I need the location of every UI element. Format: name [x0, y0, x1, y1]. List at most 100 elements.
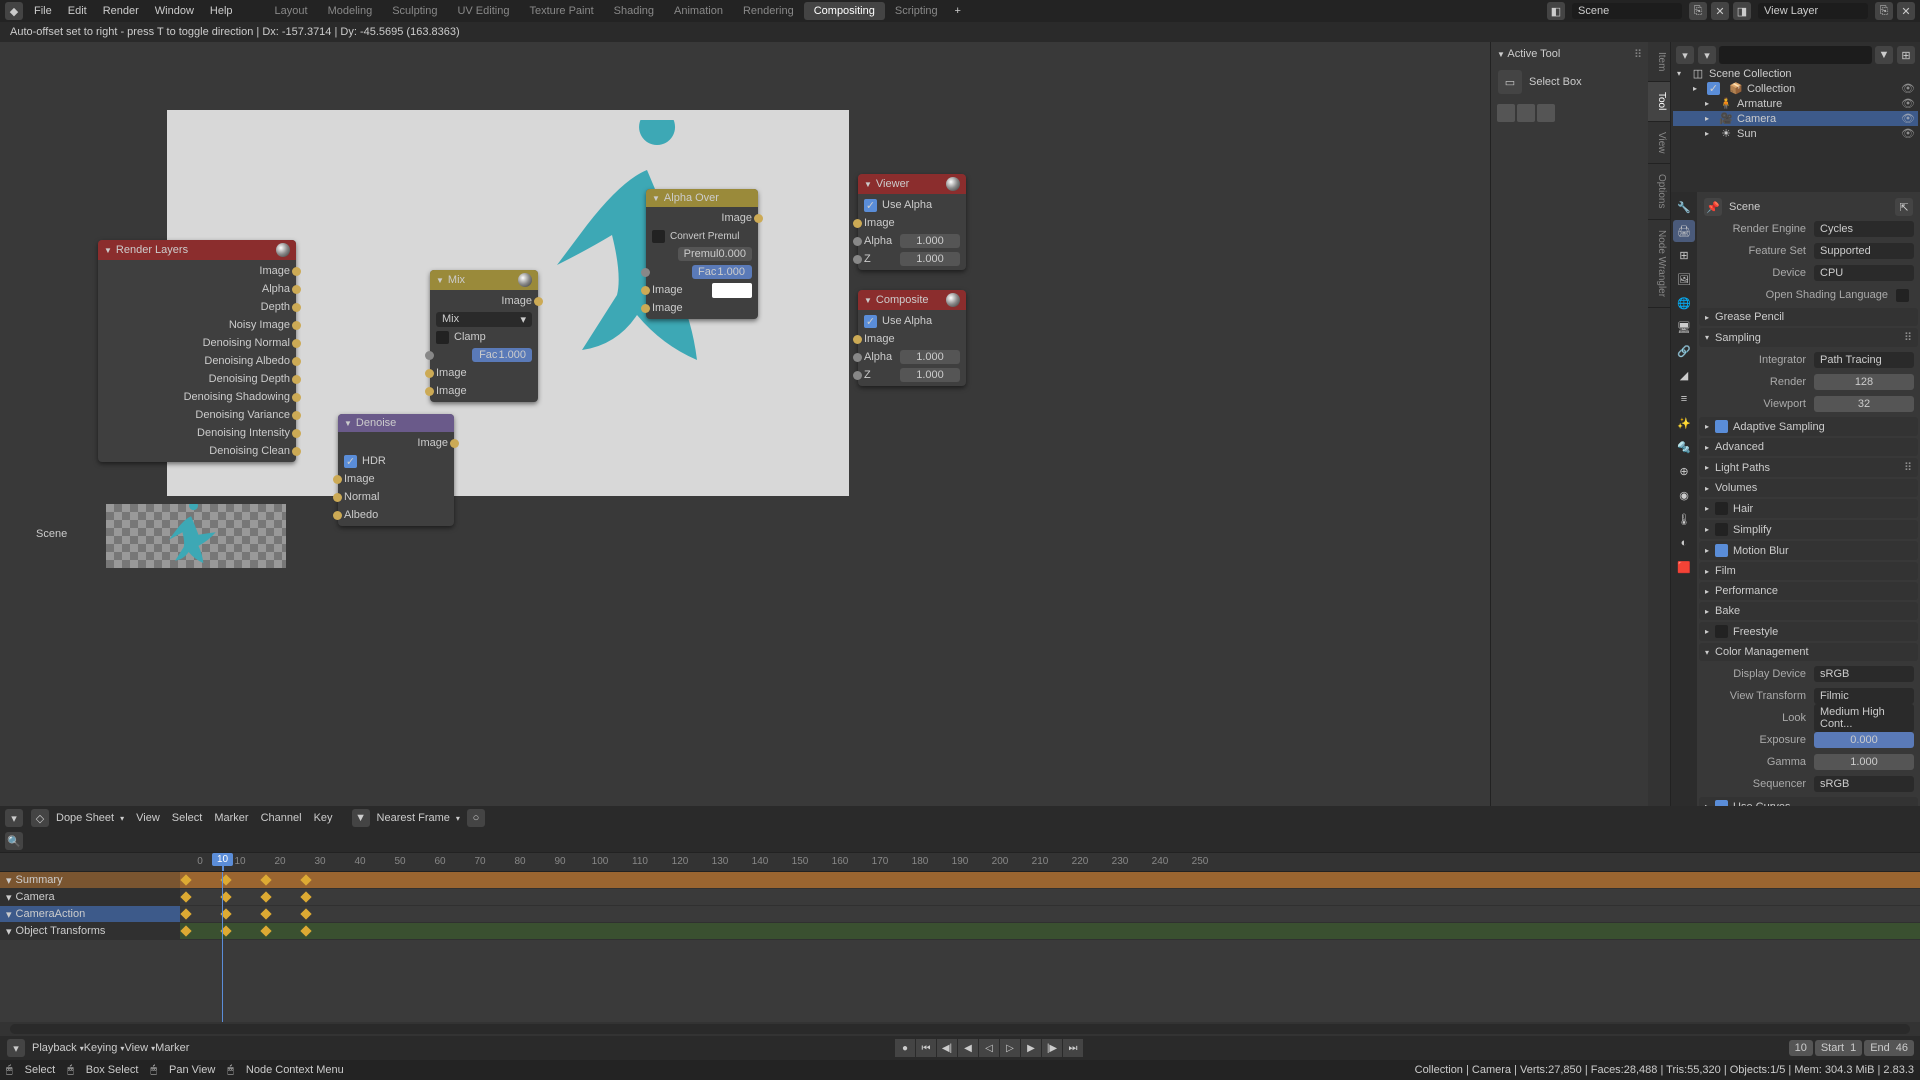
- keyframe[interactable]: [260, 908, 271, 919]
- display-device-dropdown[interactable]: sRGB: [1814, 666, 1914, 682]
- workspace-tab-texture-paint[interactable]: Texture Paint: [519, 2, 603, 20]
- section-volumes[interactable]: ▸Volumes: [1699, 479, 1918, 497]
- premul-field[interactable]: Premul0.000: [678, 247, 752, 261]
- sequencer-dropdown[interactable]: sRGB: [1814, 776, 1914, 792]
- workspace-tab-layout[interactable]: Layout: [265, 2, 318, 20]
- dope-menu-channel[interactable]: Channel: [255, 810, 308, 826]
- keyframe[interactable]: [300, 874, 311, 885]
- property-tab[interactable]: 🖥: [1673, 316, 1695, 338]
- workspace-tab-uv-editing[interactable]: UV Editing: [447, 2, 519, 20]
- section-advanced[interactable]: ▸Advanced: [1699, 438, 1918, 456]
- output-socket[interactable]: Denoising Intensity: [98, 424, 296, 442]
- track-row[interactable]: ▾Object Transforms: [0, 923, 1920, 940]
- section-checkbox[interactable]: [1715, 625, 1728, 638]
- scene-new-button[interactable]: ⎘: [1689, 2, 1707, 20]
- property-tab[interactable]: ⊕: [1673, 460, 1695, 482]
- render-samples-field[interactable]: 128: [1814, 374, 1914, 390]
- menu-file[interactable]: File: [26, 2, 60, 20]
- track-row[interactable]: ▾CameraAction: [0, 906, 1920, 923]
- node-mix[interactable]: ▼Mix Image Mix▾ Clamp Fac 1.000 Image Im…: [430, 270, 538, 402]
- property-tab[interactable]: 🔩: [1673, 436, 1695, 458]
- horizontal-scrollbar[interactable]: [10, 1024, 1910, 1034]
- property-tab[interactable]: ◉: [1673, 484, 1695, 506]
- osl-checkbox[interactable]: [1896, 289, 1909, 302]
- property-tab[interactable]: ◐: [1673, 532, 1695, 554]
- compositor-node-editor[interactable]: ▼Render Layers ImageAlphaDepthNoisy Imag…: [0, 42, 1490, 806]
- look-dropdown[interactable]: Medium High Cont...: [1814, 704, 1914, 732]
- outliner-item[interactable]: ▸✓📦Collection👁: [1673, 81, 1918, 96]
- integrator-dropdown[interactable]: Path Tracing: [1814, 352, 1914, 368]
- visibility-icon[interactable]: 👁: [1901, 127, 1914, 140]
- sidetab-options[interactable]: Options: [1648, 164, 1670, 219]
- workspace-tab-compositing[interactable]: Compositing: [804, 2, 885, 20]
- output-socket[interactable]: Denoising Normal: [98, 334, 296, 352]
- adaptive-checkbox[interactable]: [1715, 420, 1728, 433]
- dope-menu-view[interactable]: View: [130, 810, 166, 826]
- menu-edit[interactable]: Edit: [60, 2, 95, 20]
- workspace-tab-sculpting[interactable]: Sculpting: [382, 2, 447, 20]
- section-adaptive[interactable]: ▸Adaptive Sampling: [1699, 417, 1918, 436]
- current-frame-field[interactable]: 10: [1789, 1040, 1813, 1056]
- frame-next-button[interactable]: ▶: [1021, 1039, 1041, 1057]
- section-bake[interactable]: ▸Bake: [1699, 602, 1918, 620]
- device-dropdown[interactable]: CPU: [1814, 265, 1914, 281]
- section-simplify[interactable]: ▸Simplify: [1699, 520, 1918, 539]
- add-workspace-button[interactable]: +: [950, 5, 966, 17]
- playhead[interactable]: 10: [222, 853, 224, 871]
- collection-checkbox[interactable]: ✓: [1707, 82, 1720, 95]
- view-options-button[interactable]: ▾: [1698, 46, 1716, 64]
- output-socket[interactable]: Denoising Albedo: [98, 352, 296, 370]
- outliner-search[interactable]: [1719, 46, 1872, 64]
- node-render-layers[interactable]: ▼Render Layers ImageAlphaDepthNoisy Imag…: [98, 240, 296, 462]
- track-row[interactable]: ▾Camera: [0, 889, 1920, 906]
- clamp-checkbox[interactable]: [436, 331, 449, 344]
- node-denoise[interactable]: ▼Denoise Image ✓HDR Image Normal Albedo: [338, 414, 454, 526]
- section-checkbox[interactable]: [1715, 502, 1728, 515]
- timeline-menu-view[interactable]: View ▾: [124, 1042, 155, 1054]
- filter-button[interactable]: ▼: [1875, 46, 1893, 64]
- render-engine-dropdown[interactable]: Cycles: [1814, 221, 1914, 237]
- keyframe[interactable]: [260, 874, 271, 885]
- section-film[interactable]: ▸Film: [1699, 562, 1918, 580]
- node-alpha-over[interactable]: ▼Alpha Over Image Convert Premul Premul0…: [646, 189, 758, 319]
- fac-field[interactable]: Fac 1.000: [472, 348, 532, 362]
- fac-field[interactable]: Fac1.000: [692, 265, 752, 279]
- exposure-field[interactable]: 0.000: [1814, 732, 1914, 748]
- keyframe[interactable]: [180, 925, 191, 936]
- search-icon[interactable]: 🔍: [5, 832, 23, 850]
- property-tab[interactable]: ✨: [1673, 412, 1695, 434]
- new-collection-button[interactable]: ⊞: [1897, 46, 1915, 64]
- menu-help[interactable]: Help: [202, 2, 241, 20]
- select-box-tool[interactable]: ▭ Select Box: [1497, 66, 1642, 98]
- viewlayer-delete-button[interactable]: ✕: [1897, 2, 1915, 20]
- proportional-button[interactable]: ○: [467, 809, 485, 827]
- pin-toggle-icon[interactable]: ⇱: [1895, 198, 1913, 216]
- color-swatch[interactable]: [712, 283, 752, 298]
- output-socket[interactable]: Depth: [98, 298, 296, 316]
- jump-start-button[interactable]: ⏮: [916, 1039, 936, 1057]
- outliner-item[interactable]: ▸☀Sun👁: [1673, 126, 1918, 141]
- viewlayer-new-button[interactable]: ⎘: [1875, 2, 1893, 20]
- output-socket[interactable]: Alpha: [98, 280, 296, 298]
- section-hair[interactable]: ▸Hair: [1699, 499, 1918, 518]
- property-tab[interactable]: 🌐: [1673, 292, 1695, 314]
- time-ruler[interactable]: 10 0102030405060708090100110120130140150…: [0, 852, 1920, 872]
- section-checkbox[interactable]: [1715, 544, 1728, 557]
- tool-icon[interactable]: [1537, 104, 1555, 122]
- keyframe[interactable]: [300, 908, 311, 919]
- output-socket[interactable]: Denoising Clean: [98, 442, 296, 460]
- use-alpha-checkbox[interactable]: ✓: [864, 315, 877, 328]
- tool-icon[interactable]: [1497, 104, 1515, 122]
- property-tab[interactable]: ⊞: [1673, 244, 1695, 266]
- node-viewer[interactable]: ▼Viewer ✓Use Alpha Image Alpha1.000 Z1.0…: [858, 174, 966, 270]
- filter-icon[interactable]: ▼: [352, 809, 370, 827]
- editor-type-button[interactable]: ▾: [5, 809, 23, 827]
- workspace-tab-scripting[interactable]: Scripting: [885, 2, 948, 20]
- use-alpha-checkbox[interactable]: ✓: [864, 199, 877, 212]
- visibility-icon[interactable]: 👁: [1901, 112, 1914, 125]
- visibility-icon[interactable]: 👁: [1901, 97, 1914, 110]
- view-transform-dropdown[interactable]: Filmic: [1814, 688, 1914, 704]
- section-color-mgmt[interactable]: ▾Color Management: [1699, 643, 1918, 661]
- play-button[interactable]: ▷: [1000, 1039, 1020, 1057]
- section-use-curves[interactable]: ▸Use Curves: [1699, 797, 1918, 806]
